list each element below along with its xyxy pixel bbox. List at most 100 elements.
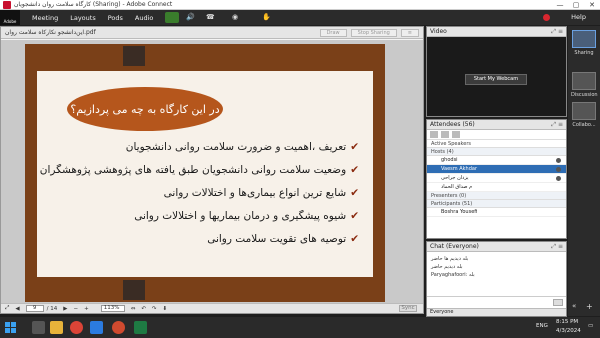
- menu-help[interactable]: Help: [571, 13, 586, 21]
- chat-title: Chat (Everyone): [430, 243, 479, 250]
- menu-meeting[interactable]: Meeting: [32, 14, 58, 22]
- raise-hand-icon[interactable]: ✋: [262, 13, 271, 21]
- draw-button[interactable]: Draw: [319, 28, 347, 37]
- attendee-row[interactable]: یزدان جراحی: [427, 174, 566, 183]
- pod-options-button[interactable]: ≡: [400, 28, 419, 37]
- pencil-icon: [556, 176, 561, 181]
- attendee-options-icon[interactable]: [452, 131, 460, 138]
- prev-page-button[interactable]: ◀: [15, 306, 19, 312]
- microphone-icon: [556, 158, 561, 163]
- microphone-icon[interactable]: [165, 12, 179, 23]
- video-pod-header: Video ⤢ ≡: [427, 27, 566, 37]
- active-speakers-section[interactable]: Active Speakers: [427, 140, 566, 148]
- next-page-button[interactable]: ▶: [63, 306, 67, 312]
- menu-pods[interactable]: Pods: [108, 14, 123, 22]
- photoshop-icon[interactable]: [90, 321, 103, 334]
- status-view-icon[interactable]: [441, 131, 449, 138]
- menu-layouts[interactable]: Layouts: [70, 14, 95, 22]
- powerpoint-icon[interactable]: [112, 321, 125, 334]
- slide-bullet: ✔توصیه های تقویت سلامت روانی: [207, 233, 359, 245]
- chat-tab-everyone[interactable]: Everyone: [427, 308, 566, 316]
- layouts-bar: Sharing Discussion Collabo... « +: [568, 26, 600, 316]
- slide-decoration-tab: [123, 280, 145, 300]
- attendee-row[interactable]: Vaesm Akhdar: [427, 165, 566, 174]
- fit-width-icon[interactable]: ⇔: [131, 306, 136, 312]
- window-title: کارگاه سلامت روان دانشجویان (Sharing) - …: [14, 1, 173, 8]
- maximize-button[interactable]: ▢: [568, 0, 584, 10]
- video-pod-title: Video: [430, 28, 447, 35]
- chat-input[interactable]: [427, 296, 566, 308]
- zoom-out-button[interactable]: −: [73, 306, 78, 312]
- windows-taskbar: ENG 8:15 PM 4/3/2024 ▭: [0, 317, 600, 338]
- slide-content: در این کارگاه به چه می پردازیم؟ ✔تعریف ،…: [37, 71, 373, 277]
- slide-bullet: ✔تعریف ،اهمیت و ضرورت سلامت روانی دانشجو…: [125, 141, 359, 153]
- slide-bullet-list: ✔تعریف ،اهمیت و ضرورت سلامت روانی دانشجو…: [39, 141, 359, 256]
- layout-thumbnail: [572, 102, 596, 120]
- chrome-icon[interactable]: [70, 321, 83, 334]
- slide-bullet: ✔شیوه پیشگیری و درمان بیماریها و اختلالا…: [134, 210, 359, 222]
- menu-audio[interactable]: Audio: [135, 14, 153, 22]
- phone-icon[interactable]: ☎: [206, 13, 215, 21]
- status-icon: [556, 167, 561, 172]
- video-area: Start My Webcam: [427, 37, 566, 116]
- document-filename: این‌دانشجو نکارکاه سلامت روان.pdf: [5, 29, 96, 36]
- notification-icon[interactable]: ▭: [588, 323, 593, 329]
- participants-group[interactable]: Participants (51): [427, 200, 566, 208]
- speaker-icon[interactable]: 🔊: [186, 13, 195, 21]
- pod-options-icon[interactable]: ⤢ ≡: [551, 242, 563, 251]
- stop-sharing-button[interactable]: Stop Sharing: [350, 28, 397, 37]
- checkmark-icon: ✔: [350, 164, 359, 176]
- layout-thumbnail: [572, 30, 596, 48]
- download-icon[interactable]: ⬇: [163, 306, 168, 312]
- attendee-row[interactable]: ghodsi: [427, 156, 566, 165]
- fullscreen-icon[interactable]: ⤢: [5, 305, 9, 312]
- attendees-pod-header: Attendees (56) ⤢ ≡: [427, 120, 566, 130]
- add-layout-icon[interactable]: +: [586, 302, 593, 311]
- taskview-icon[interactable]: [32, 321, 45, 334]
- list-view-icon[interactable]: [430, 131, 438, 138]
- layout-discussion[interactable]: Discussion: [571, 72, 598, 98]
- chat-pod-header: Chat (Everyone) ⤢ ≡: [427, 242, 566, 252]
- slide-decoration-tab: [123, 46, 145, 66]
- page-total: / 14: [46, 305, 58, 312]
- send-icon[interactable]: [553, 299, 563, 306]
- layout-collaboration[interactable]: Collabo...: [571, 102, 597, 128]
- slide-heading: در این کارگاه به چه می پردازیم؟: [67, 87, 223, 131]
- zoom-select[interactable]: 113%: [100, 305, 125, 312]
- clock-date: 4/3/2024: [556, 328, 581, 334]
- file-explorer-icon[interactable]: [50, 321, 63, 334]
- checkmark-icon: ✔: [350, 187, 359, 199]
- attendee-row[interactable]: Boshra Yousefi: [427, 208, 566, 217]
- chat-message: Paryaghafoori: بله: [431, 272, 475, 278]
- clock-time: 8:15 PM: [556, 319, 579, 325]
- undo-icon[interactable]: ↶: [141, 306, 146, 312]
- menu-bar: Adobe Meeting Layouts Pods Audio 🔊 ☎ ◉ ✋…: [0, 10, 600, 25]
- chat-message: بله دیدیم ها حاضر: [431, 256, 469, 262]
- attendee-row[interactable]: م صداق الحماد: [427, 183, 566, 192]
- sync-button[interactable]: Sync: [399, 305, 417, 312]
- hosts-group[interactable]: Hosts (4): [427, 148, 566, 156]
- close-button[interactable]: ✕: [584, 0, 600, 10]
- adobe-connect-icon: [3, 0, 11, 9]
- slide-area: در این کارگاه به چه می پردازیم؟ ✔تعریف ،…: [1, 40, 423, 304]
- webcam-icon[interactable]: ◉: [232, 13, 238, 21]
- redo-icon[interactable]: ↷: [152, 306, 157, 312]
- minimize-button[interactable]: —: [552, 0, 568, 10]
- pod-options-icon[interactable]: ⤢ ≡: [551, 27, 563, 36]
- attendees-pod: Attendees (56) ⤢ ≡ Active Speakers Hosts…: [426, 119, 567, 239]
- collapse-layouts-icon[interactable]: «: [572, 302, 576, 310]
- presenters-group[interactable]: Presenters (0): [427, 192, 566, 200]
- start-webcam-button[interactable]: Start My Webcam: [465, 74, 527, 85]
- layout-sharing[interactable]: Sharing: [571, 30, 597, 56]
- zoom-in-button[interactable]: +: [84, 306, 89, 312]
- checkmark-icon: ✔: [350, 210, 359, 222]
- slide: در این کارگاه به چه می پردازیم؟ ✔تعریف ،…: [25, 44, 385, 302]
- checkmark-icon: ✔: [350, 141, 359, 153]
- page-number-input[interactable]: 9: [25, 305, 44, 312]
- share-pod-footer: ⤢ ◀ 9 / 14 ▶ − + 113% ⇔ ↶ ↷ ⬇ Sync: [1, 303, 423, 313]
- language-indicator[interactable]: ENG: [536, 323, 548, 329]
- pod-options-icon[interactable]: ⤢ ≡: [551, 120, 563, 129]
- excel-icon[interactable]: [134, 321, 147, 334]
- windows-start-icon[interactable]: [5, 322, 16, 333]
- recording-icon[interactable]: [543, 14, 550, 21]
